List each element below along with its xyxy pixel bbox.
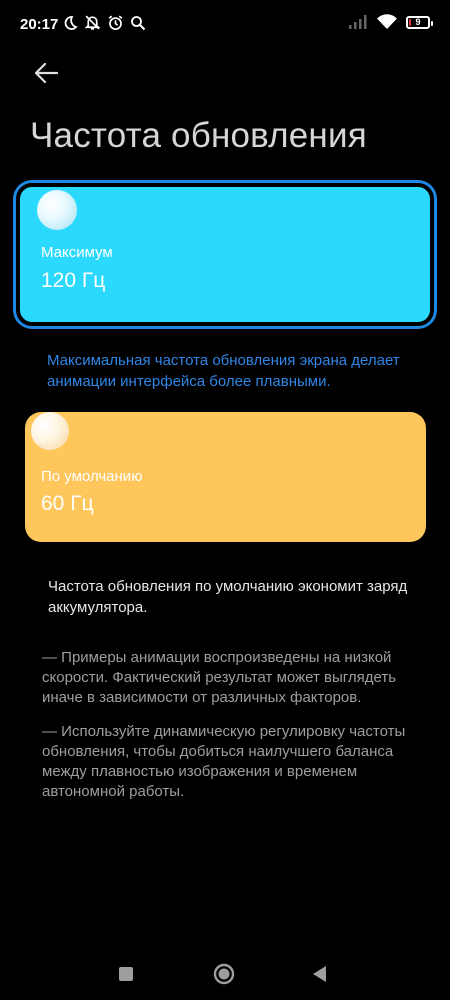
note-animation-speed: — Примеры анимации воспроизведены на низ… <box>42 649 397 706</box>
moon-icon <box>64 15 78 30</box>
nav-back-button[interactable] <box>308 962 332 986</box>
option-default-value: 60 Гц <box>41 492 94 515</box>
home-icon <box>213 963 235 985</box>
signal-icon <box>349 15 367 29</box>
battery-level-fill <box>409 18 411 26</box>
search-icon <box>131 15 146 30</box>
bubble-icon <box>31 412 69 450</box>
bubble-icon <box>37 190 77 230</box>
option-max-value: 120 Гц <box>41 269 106 292</box>
option-default-card[interactable]: По умолчанию 60 Гц <box>25 412 426 542</box>
status-icons-left <box>62 14 146 31</box>
status-bar: 20:17 9 <box>0 0 450 50</box>
option-default-label: По умолчанию <box>41 468 143 485</box>
recents-icon <box>119 967 133 981</box>
back-button[interactable] <box>30 56 64 90</box>
status-time: 20:17 <box>20 16 59 33</box>
option-default-description: Частота обновления по умолчанию экономит… <box>48 578 408 616</box>
recents-button[interactable] <box>114 962 138 986</box>
note-dynamic-refresh: — Используйте динамическую регулировку ч… <box>42 723 406 800</box>
bell-off-icon <box>84 15 101 30</box>
wifi-icon <box>377 14 397 29</box>
status-icons-right: 9 <box>348 14 433 30</box>
battery-icon: 9 <box>406 15 433 29</box>
option-max-label: Максимум <box>41 244 113 261</box>
page-title: Частота обновления <box>30 116 367 155</box>
arrow-left-icon <box>34 62 59 84</box>
battery-level-text: 9 <box>415 16 421 27</box>
alarm-icon <box>108 15 123 30</box>
home-button[interactable] <box>212 962 236 986</box>
option-max-description: Максимальная частота обновления экрана д… <box>47 352 400 390</box>
navigation-bar <box>0 950 450 1000</box>
option-max-card[interactable]: Максимум 120 Гц <box>16 183 434 326</box>
back-icon <box>313 966 326 982</box>
